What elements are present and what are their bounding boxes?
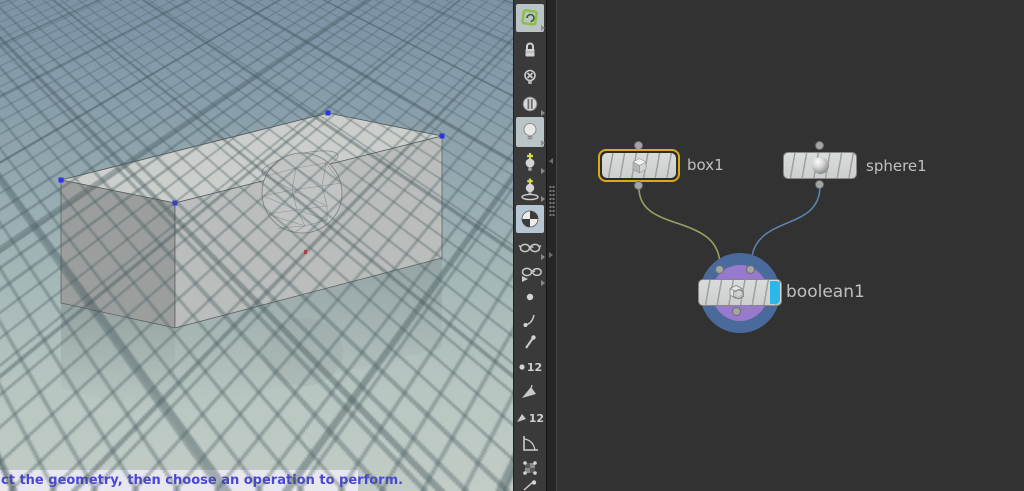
sphere-reflection	[263, 318, 343, 386]
box-left-face	[61, 180, 175, 328]
ghost-other-objects-icon[interactable]	[516, 261, 544, 287]
sphere-icon	[812, 157, 829, 174]
node-wires	[557, 0, 1024, 491]
lock-camera-icon[interactable]	[516, 37, 544, 63]
boolean1-display-flag[interactable]	[770, 281, 780, 304]
boolean-icon	[725, 283, 747, 302]
origin-marker	[304, 250, 307, 254]
sphere1-node[interactable]	[783, 152, 857, 179]
boolean1-output-connector[interactable]	[732, 307, 741, 316]
hidden-geometry-icon[interactable]	[516, 235, 544, 261]
boolean1-input-connector-a[interactable]	[715, 265, 724, 274]
houdini-window: ct the geometry, then choose an operatio…	[0, 0, 1024, 491]
origin-gnomon-icon[interactable]	[516, 480, 544, 491]
group-overlay-icon[interactable]	[516, 456, 544, 480]
status-message-text: ct the geometry, then choose an operatio…	[0, 473, 403, 488]
point-numbers-icon[interactable]: 12	[516, 355, 544, 379]
sphere1-output-connector[interactable]	[815, 180, 824, 189]
environment-map-icon[interactable]	[516, 205, 544, 233]
wire-box1-to-boolean1[interactable]	[639, 188, 720, 266]
box1-output-connector[interactable]	[634, 181, 643, 190]
curve-hulls-icon[interactable]	[516, 430, 544, 456]
sphere-bulge	[262, 153, 342, 233]
box1-node[interactable]	[598, 149, 680, 182]
network-editor[interactable]: box1 sphere1 boolean1	[557, 0, 1024, 491]
sync-view-icon[interactable]	[516, 4, 544, 32]
boolean1-input-connector-b[interactable]	[746, 265, 755, 274]
box-icon	[630, 156, 649, 175]
boolean-geometry-render	[0, 0, 513, 491]
prim-numbers-icon[interactable]: 12	[516, 406, 544, 430]
splitter-grip[interactable]	[549, 185, 555, 217]
boolean1-node[interactable]	[698, 279, 782, 306]
scene-viewport[interactable]: ct the geometry, then choose an operatio…	[0, 0, 513, 491]
pane-splitter[interactable]	[546, 0, 557, 491]
splitter-collapse-left-icon[interactable]	[549, 158, 553, 164]
headlight-only-icon[interactable]	[516, 91, 544, 117]
sphere1-input-connector[interactable]	[815, 141, 824, 150]
boolean1-label: boolean1	[786, 282, 865, 302]
high-quality-lighting-icon[interactable]	[516, 149, 544, 175]
normal-lighting-icon[interactable]	[516, 117, 544, 147]
display-options-toolbar: 12 12	[513, 0, 546, 491]
splitter-collapse-right-icon[interactable]	[549, 252, 553, 258]
sphere1-label: sphere1	[866, 157, 927, 175]
status-message-bar: ct the geometry, then choose an operatio…	[0, 470, 358, 491]
box1-label: box1	[687, 156, 724, 174]
point-display-icon[interactable]	[516, 288, 544, 306]
point-normals-icon[interactable]	[516, 309, 544, 331]
wire-sphere1-to-boolean1[interactable]	[751, 186, 820, 266]
vertex-markers-icon[interactable]	[516, 332, 544, 354]
hq-lighting-shadows-icon[interactable]	[516, 175, 544, 203]
prim-normals-icon[interactable]	[516, 381, 544, 405]
lighting-off-icon[interactable]	[516, 64, 544, 90]
